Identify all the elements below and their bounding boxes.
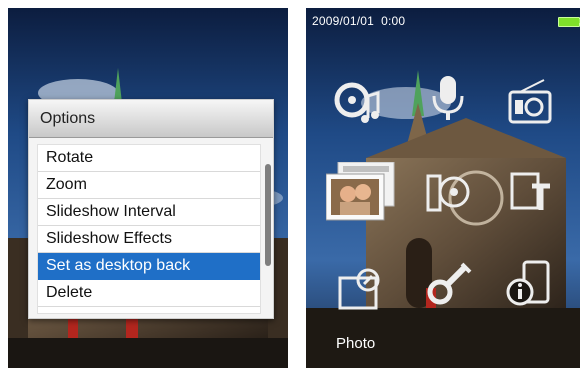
status-time: 0:00 [381,14,406,28]
options-menu-list: Rotate Zoom Slideshow Interval Slideshow… [37,144,261,314]
status-date: 2009/01/01 [312,14,375,28]
folder-icon[interactable] [336,264,388,316]
menu-item-delete[interactable]: Delete [38,280,260,307]
ebook-icon[interactable] [504,166,556,218]
menu-item-rotate[interactable]: Rotate [38,145,260,172]
voice-recorder-icon[interactable] [422,72,474,124]
battery-icon [558,17,580,27]
menu-scrollbar[interactable] [265,164,271,266]
settings-icon[interactable] [422,260,474,312]
status-date-time: 2009/01/01 0:00 [312,14,405,28]
photo-viewer-screen: Options Rotate Zoom Slideshow Interval S… [8,8,288,368]
menu-item-set-as-desktop[interactable]: Set as desktop back [38,253,260,280]
main-menu-screen: 2009/01/01 0:00 Photo [306,8,580,368]
options-menu-title: Options [29,100,273,138]
menu-item-zoom[interactable]: Zoom [38,172,260,199]
options-menu: Options Rotate Zoom Slideshow Interval S… [28,99,274,319]
menu-item-slideshow-interval[interactable]: Slideshow Interval [38,199,260,226]
info-icon[interactable] [504,258,556,310]
radio-icon[interactable] [504,76,556,128]
photo-icon[interactable] [325,161,396,222]
music-icon[interactable] [332,78,384,130]
menu-item-slideshow-effects[interactable]: Slideshow Effects [38,226,260,253]
selected-icon-label: Photo [336,335,376,352]
video-icon[interactable] [422,166,474,218]
